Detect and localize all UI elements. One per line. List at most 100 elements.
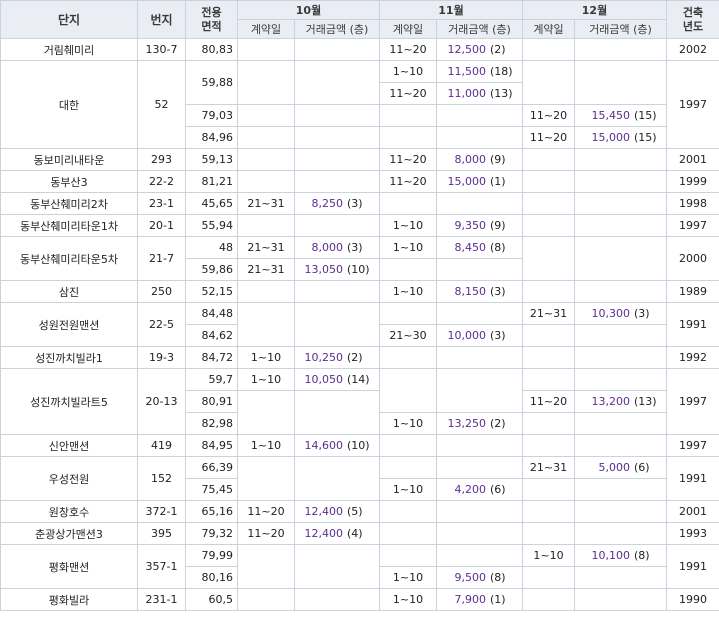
dec-day: 11~20 <box>522 390 575 413</box>
oct-amount <box>294 588 380 611</box>
area: 66,39 <box>185 456 238 479</box>
table-row: 거림췌미리 130-7 80,83 11~20 12,500 (2) 2002 <box>0 38 719 61</box>
built-year: 1997 <box>666 214 719 237</box>
complex-name: 삼진 <box>0 280 138 303</box>
floor-value: (15) <box>634 109 657 122</box>
nov-day: 1~10 <box>379 214 437 237</box>
dec-day: 11~20 <box>522 104 575 127</box>
amount-value: 9,500 <box>454 571 487 584</box>
nov-amount <box>436 346 523 369</box>
area: 84,95 <box>185 434 238 457</box>
floor-value: (8) <box>490 241 506 254</box>
amount-value: 15,450 <box>591 109 631 122</box>
complex-name: 성진까치빌라1 <box>0 346 138 369</box>
nov-day: 11~20 <box>379 170 437 193</box>
col-header-oct-amount: 거래금액 (층) <box>294 19 380 39</box>
nov-day: 21~30 <box>379 324 437 347</box>
oct-amount: 8,000 (3) <box>294 236 380 259</box>
nov-day: 11~20 <box>379 82 437 105</box>
nov-day <box>379 522 437 545</box>
dec-amount <box>574 236 667 281</box>
built-year: 1997 <box>666 434 719 457</box>
dec-day <box>522 280 575 303</box>
nov-day: 1~10 <box>379 478 437 501</box>
nov-day: 1~10 <box>379 412 437 435</box>
oct-amount <box>294 544 380 589</box>
amount-value: 10,250 <box>304 351 344 364</box>
area: 59,13 <box>185 148 238 171</box>
nov-day <box>379 434 437 457</box>
area: 80,83 <box>185 38 238 61</box>
dec-amount: 10,100 (8) <box>574 544 667 567</box>
dec-amount <box>574 588 667 611</box>
col-header-oct-day: 계약일 <box>237 19 295 39</box>
dec-amount <box>574 60 667 105</box>
oct-day: 11~20 <box>237 522 295 545</box>
oct-amount: 14,600 (10) <box>294 434 380 457</box>
nov-amount: 9,500 (8) <box>436 566 523 589</box>
amount-value: 8,000 <box>454 153 487 166</box>
complex-name: 신안맨션 <box>0 434 138 457</box>
nov-amount: 8,000 (9) <box>436 148 523 171</box>
oct-day: 11~20 <box>237 500 295 523</box>
dec-day <box>522 522 575 545</box>
nov-day: 1~10 <box>379 60 437 83</box>
dec-amount <box>574 478 667 501</box>
table-row: 동부산췌미리타운5차 21-7 48 21~31 8,000 (3) 1~10 8… <box>0 236 719 281</box>
dec-day: 11~20 <box>522 126 575 149</box>
floor-value: (15) <box>634 131 657 144</box>
nov-amount <box>436 368 523 413</box>
oct-amount <box>294 280 380 303</box>
amount-value: 4,200 <box>454 483 487 496</box>
oct-day: 21~31 <box>237 258 295 281</box>
nov-amount <box>436 302 523 325</box>
amount-value: 10,000 <box>447 329 487 342</box>
dec-day <box>522 214 575 237</box>
nov-day: 11~20 <box>379 148 437 171</box>
built-year: 1990 <box>666 588 719 611</box>
dec-amount: 10,300 (3) <box>574 302 667 325</box>
nov-day <box>379 104 437 127</box>
dec-amount <box>574 280 667 303</box>
oct-day <box>237 302 295 347</box>
nov-amount: 7,900 (1) <box>436 588 523 611</box>
floor-value: (3) <box>347 241 363 254</box>
complex-name: 춘광상가맨션3 <box>0 522 138 545</box>
complex-name: 성원전원맨션 <box>0 302 138 347</box>
floor-value: (14) <box>347 373 370 386</box>
nov-day <box>379 544 437 567</box>
lot-number: 395 <box>137 522 186 545</box>
dec-amount: 15,450 (15) <box>574 104 667 127</box>
amount-value: 12,400 <box>304 527 344 540</box>
amount-value: 11,000 <box>447 87 487 100</box>
complex-name: 원창호수 <box>0 500 138 523</box>
floor-value: (5) <box>347 505 363 518</box>
lot-number: 22-5 <box>137 302 186 347</box>
area: 52,15 <box>185 280 238 303</box>
table-row: 우성전원 152 66,39 21~31 5,000 (6) 1991 <box>0 456 719 501</box>
table-row: 대한 52 59,88 1~10 11,500 (18) 1997 <box>0 60 719 149</box>
area: 59,86 <box>185 258 238 281</box>
amount-value: 10,300 <box>591 307 631 320</box>
oct-day <box>237 544 295 589</box>
complex-name: 동부산3 <box>0 170 138 193</box>
table-header: 단지 번지 전용 면적 10월 11월 12월 건축 년도 계약일 거래금액 (… <box>0 0 719 39</box>
table-row: 동보미리내타운 293 59,13 11~20 8,000 (9) 2001 <box>0 148 719 171</box>
dec-amount <box>574 500 667 523</box>
lot-number: 372-1 <box>137 500 186 523</box>
area: 84,72 <box>185 346 238 369</box>
built-year: 1997 <box>666 368 719 435</box>
table-body: 거림췌미리 130-7 80,83 11~20 12,500 (2) 2002 대… <box>0 38 719 611</box>
dec-day <box>522 148 575 171</box>
oct-amount: 8,250 (3) <box>294 192 380 215</box>
table-row: 동부산췌미리타운1차 20-1 55,94 1~10 9,350 (9) 1997 <box>0 214 719 237</box>
floor-value: (3) <box>347 197 363 210</box>
built-year: 1989 <box>666 280 719 303</box>
col-header-lot: 번지 <box>137 0 186 39</box>
floor-value: (3) <box>490 285 506 298</box>
dec-day: 1~10 <box>522 544 575 567</box>
oct-amount <box>294 126 380 149</box>
oct-amount <box>294 38 380 61</box>
dec-day <box>522 434 575 457</box>
complex-name: 동부산췌미리타운1차 <box>0 214 138 237</box>
